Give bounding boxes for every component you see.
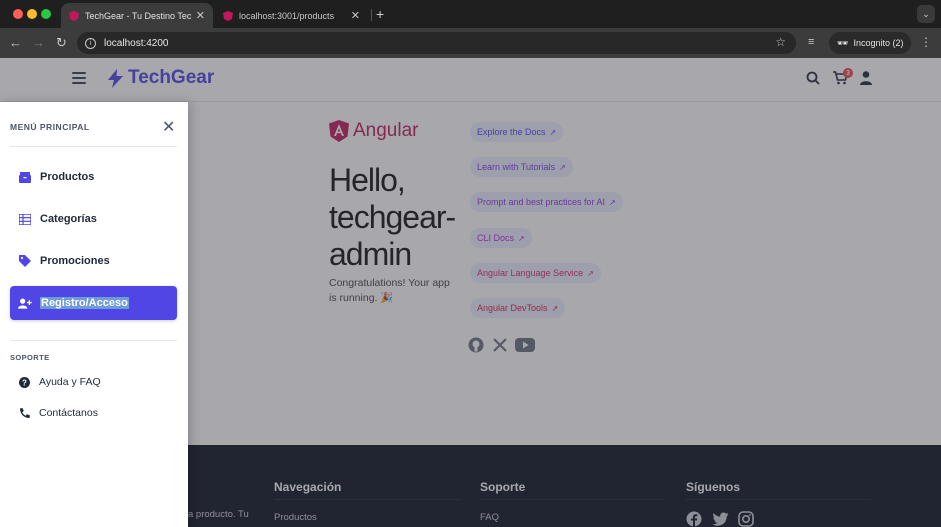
- tab-search-button[interactable]: ⌄: [917, 5, 935, 23]
- angular-favicon-icon: [69, 10, 79, 21]
- menu-item-categorias[interactable]: Categorías: [10, 202, 177, 236]
- tab-title: TechGear - Tu Destino Tecnológico: [85, 10, 192, 21]
- menu-item-label: Promociones: [40, 255, 110, 267]
- menu-item-contactanos[interactable]: Contáctanos: [10, 402, 177, 424]
- address-bar[interactable]: i localhost:4200 ☆: [77, 32, 796, 54]
- incognito-label: Incognito (2): [853, 38, 904, 48]
- close-tab-icon[interactable]: ✕: [351, 9, 360, 22]
- browser-toolbar: ← → ↻ i localhost:4200 ☆ ≡ 🕶 Incognito (…: [0, 28, 941, 58]
- drawer-title: MENÚ PRINCIPAL: [10, 122, 90, 132]
- browser-tab-bar: TechGear - Tu Destino Tecnológico ✕ loca…: [0, 0, 941, 28]
- menu-item-label: Categorías: [40, 213, 97, 225]
- side-menu-drawer: MENÚ PRINCIPAL ✕ Productos Categorías Pr…: [0, 102, 188, 527]
- bookmark-star-icon[interactable]: ☆: [775, 35, 786, 49]
- back-arrow-icon[interactable]: ←: [9, 35, 22, 50]
- browser-tab-techgear[interactable]: TechGear - Tu Destino Tecnológico ✕: [61, 3, 213, 28]
- box-icon: [18, 170, 32, 184]
- menu-item-ayuda-faq[interactable]: ? Ayuda y FAQ: [10, 371, 177, 393]
- drawer-divider: [10, 146, 177, 147]
- svg-text:?: ?: [22, 378, 27, 387]
- media-controls-icon[interactable]: ≡: [808, 36, 814, 48]
- incognito-indicator[interactable]: 🕶 Incognito (2): [829, 32, 912, 54]
- menu-item-label: Ayuda y FAQ: [39, 376, 101, 388]
- minimize-window-button[interactable]: [27, 9, 37, 19]
- page-viewport: TechGear 3 Angular Hello, techgear-admin…: [0, 58, 941, 527]
- menu-item-label: Registro/Acceso: [40, 297, 129, 309]
- menu-item-promociones[interactable]: Promociones: [10, 244, 177, 278]
- reload-icon[interactable]: ↻: [56, 35, 67, 51]
- phone-icon: [18, 407, 30, 419]
- new-tab-button[interactable]: +: [376, 6, 384, 22]
- list-icon: [18, 212, 32, 226]
- user-plus-icon: [18, 296, 32, 310]
- menu-item-label: Contáctanos: [39, 407, 98, 419]
- forward-arrow-icon[interactable]: →: [32, 35, 45, 50]
- menu-item-label: Productos: [40, 171, 95, 183]
- drawer-divider: [10, 340, 177, 341]
- tab-divider: [371, 9, 372, 21]
- browser-tab-products[interactable]: localhost:3001/products ✕: [215, 3, 368, 28]
- site-info-icon[interactable]: i: [85, 37, 96, 49]
- menu-item-registro-acceso[interactable]: Registro/Acceso: [10, 286, 177, 320]
- browser-menu-icon[interactable]: ⋮: [920, 35, 932, 49]
- close-icon[interactable]: ✕: [162, 117, 175, 137]
- menu-item-productos[interactable]: Productos: [10, 160, 177, 194]
- support-section-title: SOPORTE: [10, 353, 50, 362]
- tab-title: localhost:3001/products: [239, 10, 335, 21]
- incognito-icon: 🕶: [837, 37, 849, 48]
- question-icon: ?: [18, 376, 30, 388]
- angular-favicon-icon: [223, 10, 233, 21]
- close-window-button[interactable]: [13, 9, 23, 19]
- close-tab-icon[interactable]: ✕: [196, 9, 205, 22]
- tag-icon: [18, 254, 32, 268]
- url-text: localhost:4200: [104, 37, 169, 49]
- maximize-window-button[interactable]: [41, 9, 51, 19]
